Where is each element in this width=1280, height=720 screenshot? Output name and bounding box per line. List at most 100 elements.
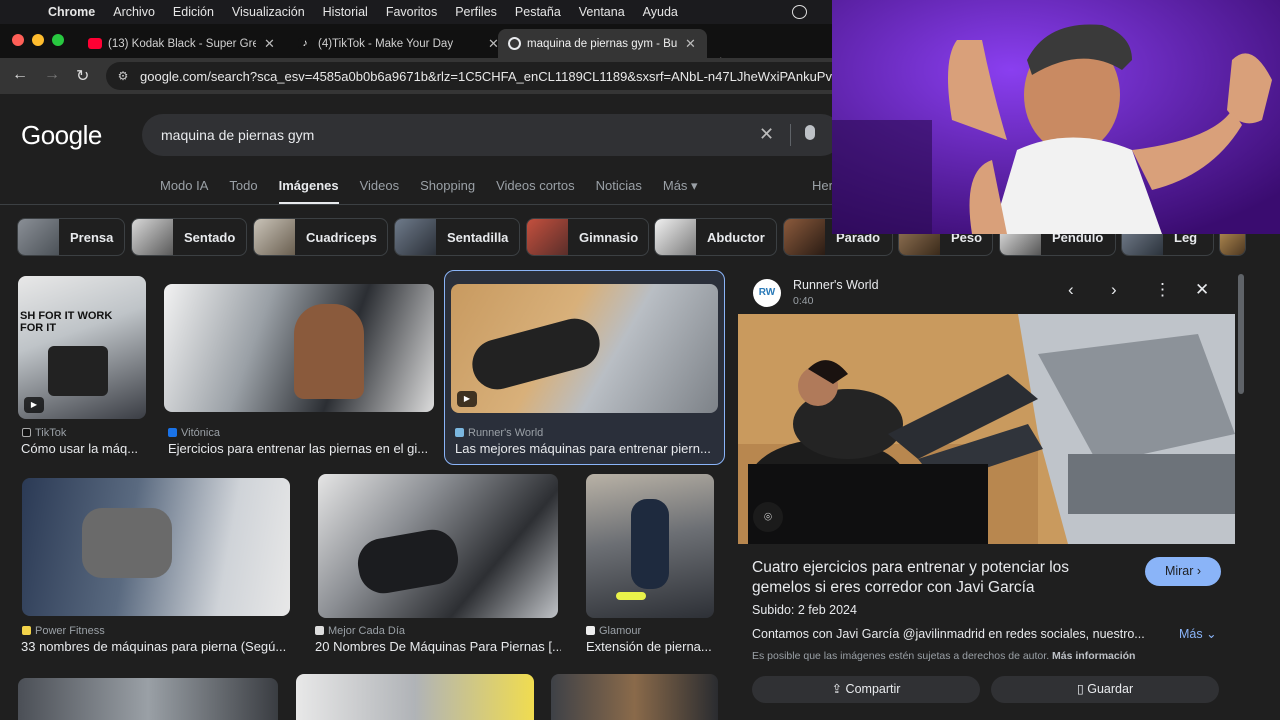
tools-button[interactable]: Her: [812, 178, 833, 193]
tab-mas[interactable]: Más ▾: [663, 178, 698, 202]
bookmark-icon: ▯: [1076, 682, 1084, 696]
chip-thumbnail: [132, 219, 173, 255]
power-fitness-icon: [22, 626, 31, 635]
preview-image[interactable]: [738, 314, 1235, 544]
menu-favoritos[interactable]: Favoritos: [386, 5, 437, 19]
result-title[interactable]: 33 nombres de máquinas para pierna (Segú…: [21, 639, 289, 654]
google-logo[interactable]: Google: [21, 120, 102, 151]
result-thumbnail-partial[interactable]: [551, 674, 718, 720]
more-info-link[interactable]: Más información: [1052, 650, 1135, 662]
menu-historial[interactable]: Historial: [323, 5, 368, 19]
chip-thumbnail: [784, 219, 825, 255]
menu-pestana[interactable]: Pestaña: [515, 5, 561, 19]
forward-icon[interactable]: →: [44, 66, 60, 84]
chip-gimnasio[interactable]: Gimnasio: [526, 218, 649, 256]
result-thumbnail[interactable]: ▶: [451, 284, 718, 413]
watch-label: Mirar: [1164, 564, 1194, 578]
menu-archivo[interactable]: Archivo: [113, 5, 155, 19]
menu-visualizacion[interactable]: Visualización: [232, 5, 305, 19]
result-thumbnail[interactable]: SH FOR IT WORK FOR IT ▶: [18, 276, 146, 419]
chevron-right-icon[interactable]: ›: [1111, 280, 1117, 300]
tab-google-active[interactable]: maquina de piernas gym - Bu ✕: [498, 29, 707, 58]
thumbnail-figure: [466, 313, 606, 395]
result-title[interactable]: Ejercicios para entrenar las piernas en …: [168, 441, 430, 456]
menu-app-name[interactable]: Chrome: [48, 5, 95, 19]
chevron-left-icon[interactable]: ‹: [1068, 280, 1074, 300]
result-title[interactable]: Extensión de pierna...: [586, 639, 714, 654]
more-label: Más: [1179, 627, 1203, 641]
more-vert-icon[interactable]: ⋮: [1154, 280, 1171, 300]
result-source-name: Glamour: [599, 625, 642, 637]
result-source: Vitónica: [168, 427, 220, 439]
mejor-cada-dia-icon: [315, 626, 324, 635]
result-source: Glamour: [586, 625, 641, 637]
play-icon: ▶: [24, 397, 44, 413]
reload-icon[interactable]: ↻: [76, 66, 89, 86]
chip-sentado[interactable]: Sentado: [131, 218, 247, 256]
tab-todo[interactable]: Todo: [229, 178, 257, 202]
result-thumbnail-partial[interactable]: [18, 678, 278, 720]
result-thumbnail[interactable]: [164, 284, 434, 412]
runners-world-logo: RW: [753, 279, 781, 307]
menu-ayuda[interactable]: Ayuda: [643, 5, 678, 19]
tab-videos-cortos[interactable]: Videos cortos: [496, 178, 575, 202]
result-title[interactable]: Cómo usar la máq...: [21, 441, 146, 456]
result-thumbnail[interactable]: [586, 474, 714, 618]
search-query: maquina de piernas gym: [161, 127, 315, 143]
save-button[interactable]: ▯ Guardar: [991, 676, 1219, 703]
vitonica-icon: [168, 428, 177, 437]
tab-imagenes[interactable]: Imágenes: [278, 178, 339, 205]
back-icon[interactable]: ←: [12, 66, 28, 84]
webcam-overlay: [832, 0, 1280, 234]
tab-shopping[interactable]: Shopping: [420, 178, 475, 202]
result-source-name: Mejor Cada Día: [328, 625, 406, 637]
clear-search-icon[interactable]: ✕: [759, 124, 774, 145]
site-settings-icon[interactable]: ⚙: [106, 69, 140, 83]
share-button[interactable]: ⇪ Compartir: [752, 676, 980, 703]
thumbnail-figure: [82, 508, 172, 578]
tab-close-icon[interactable]: ✕: [685, 36, 696, 52]
menu-ventana[interactable]: Ventana: [579, 5, 625, 19]
result-source-name: Power Fitness: [35, 625, 105, 637]
result-title[interactable]: Las mejores máquinas para entrenar piern…: [455, 441, 715, 456]
tab-youtube[interactable]: (13) Kodak Black - Super Gre ✕: [78, 29, 285, 58]
copyright-notice: Es posible que las imágenes estén sujeta…: [752, 650, 1135, 662]
panel-source[interactable]: Runner's World: [793, 278, 879, 292]
result-thumbnail[interactable]: [318, 474, 558, 618]
result-thumbnail[interactable]: [22, 478, 290, 616]
zoom-window-icon[interactable]: [52, 34, 64, 46]
menu-edicion[interactable]: Edición: [173, 5, 214, 19]
thumbnail-accent: [616, 592, 646, 600]
thumbnail-figure: [48, 346, 108, 396]
tab-tiktok[interactable]: ♪ (4)TikTok - Make Your Day ✕: [288, 29, 509, 58]
chip-sentadilla[interactable]: Sentadilla: [394, 218, 520, 256]
microphone-icon[interactable]: [805, 125, 815, 140]
chip-cuadriceps[interactable]: Cuadriceps: [253, 218, 388, 256]
minimize-window-icon[interactable]: [32, 34, 44, 46]
chevron-right-icon: ›: [1196, 564, 1202, 578]
panel-upload-date: Subido: 2 feb 2024: [752, 603, 857, 617]
share-label: Compartir: [845, 682, 901, 696]
search-input[interactable]: maquina de piernas gym ✕: [142, 114, 842, 156]
result-title[interactable]: 20 Nombres De Máquinas Para Piernas [...: [315, 639, 561, 654]
close-icon[interactable]: ✕: [1195, 280, 1209, 300]
chip-abductor[interactable]: Abductor: [654, 218, 777, 256]
more-button[interactable]: Más ⌄: [1179, 626, 1217, 641]
chip-thumbnail: [527, 219, 568, 255]
tab-modo-ia[interactable]: Modo IA: [160, 178, 208, 202]
close-window-icon[interactable]: [12, 34, 24, 46]
preview-image-illustration: [738, 314, 1235, 544]
panel-title[interactable]: Cuatro ejercicios para entrenar y potenc…: [752, 558, 1122, 598]
google-lens-icon[interactable]: ⌾: [753, 502, 783, 532]
watch-button[interactable]: Mirar ›: [1145, 557, 1221, 586]
result-source-name: TikTok: [35, 427, 67, 439]
panel-scrollbar[interactable]: [1238, 274, 1244, 394]
menu-perfiles[interactable]: Perfiles: [455, 5, 497, 19]
tab-noticias[interactable]: Noticias: [596, 178, 642, 202]
address-bar[interactable]: ⚙ google.com/search?sca_esv=4585a0b0b6a9…: [106, 62, 846, 90]
result-thumbnail-partial[interactable]: [296, 674, 534, 720]
chip-prensa[interactable]: Prensa: [17, 218, 125, 256]
tab-videos[interactable]: Videos: [360, 178, 400, 202]
status-menu-icon[interactable]: [792, 5, 807, 19]
tab-close-icon[interactable]: ✕: [264, 36, 275, 52]
